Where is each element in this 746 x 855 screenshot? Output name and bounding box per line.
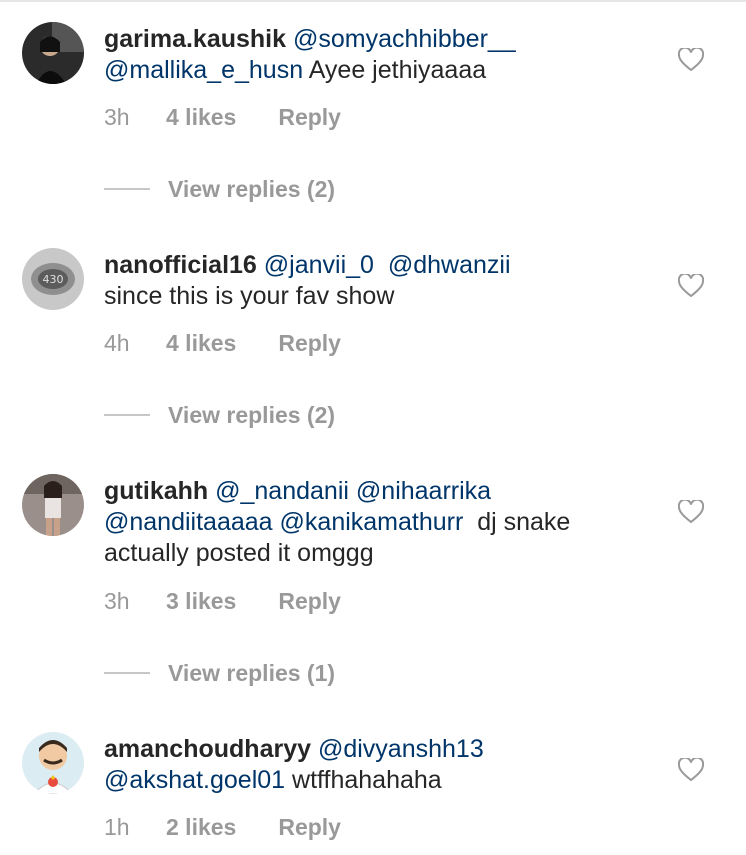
view-replies-label: View replies (2): [168, 401, 336, 428]
view-replies-button[interactable]: View replies (2): [104, 174, 335, 204]
comment-meta: 3h 4 likes Reply: [104, 102, 341, 132]
avatar[interactable]: [22, 732, 84, 794]
mention-link[interactable]: @_nandanii: [215, 477, 349, 505]
comment-text: Ayee jethiyaaaa: [308, 56, 487, 84]
avatar[interactable]: [22, 474, 84, 536]
comment-likes[interactable]: 3 likes: [166, 588, 236, 615]
view-replies-button[interactable]: View replies (2): [104, 400, 335, 430]
heart-outline-icon[interactable]: [678, 48, 704, 72]
comment-body: amanchoudharyy @divyanshh13 @akshat.goel…: [104, 734, 664, 796]
divider-line: [104, 672, 150, 674]
comment-text: since this is your fav show: [104, 282, 395, 310]
top-divider: [0, 0, 746, 2]
logo-avatar-grey: 430: [22, 248, 84, 310]
mention-link[interactable]: @akshat.goel01: [104, 766, 285, 794]
mention-link[interactable]: @nihaarrika: [356, 477, 491, 505]
avatar[interactable]: [22, 22, 84, 84]
mention-link[interactable]: @mallika_e_husn: [104, 56, 303, 84]
comment-likes[interactable]: 4 likes: [166, 330, 236, 357]
comment-text: actually posted it omggg: [104, 539, 374, 567]
comment-text: wtffhahahaha: [292, 766, 442, 794]
comment-body: garima.kaushik @somyachhibber__ @mallika…: [104, 24, 664, 86]
comment-meta: 4h 4 likes Reply: [104, 328, 341, 358]
view-replies-button[interactable]: View replies (1): [104, 658, 335, 688]
person-avatar-dark: [22, 22, 84, 84]
heart-outline-icon[interactable]: [678, 500, 704, 524]
comment-text: dj snake: [477, 508, 571, 536]
mention-link[interactable]: @dhwanzii: [388, 251, 511, 279]
divider-line: [104, 188, 150, 190]
comment-likes[interactable]: 2 likes: [166, 814, 236, 841]
cartoon-avatar: [22, 732, 84, 794]
svg-text:430: 430: [43, 273, 64, 286]
person-avatar-photo: [22, 474, 84, 536]
reply-button[interactable]: Reply: [278, 588, 341, 615]
view-replies-label: View replies (1): [168, 659, 336, 686]
mention-link[interactable]: @divyanshh13: [318, 735, 484, 763]
divider-line: [104, 414, 150, 416]
mention-link[interactable]: @nandiitaaaaa: [104, 508, 273, 536]
comment-body: nanofficial16 @janvii_0 @dhwanzii since …: [104, 250, 664, 312]
reply-button[interactable]: Reply: [278, 104, 341, 131]
reply-button[interactable]: Reply: [278, 814, 341, 841]
mention-link[interactable]: @somyachhibber__: [293, 25, 516, 53]
comment-username[interactable]: gutikahh: [104, 477, 208, 505]
comment-username[interactable]: garima.kaushik: [104, 25, 286, 53]
comment-body: gutikahh @_nandanii @nihaarrika @nandiit…: [104, 476, 664, 569]
comment-timestamp: 4h: [104, 329, 130, 356]
reply-button[interactable]: Reply: [278, 330, 341, 357]
mention-link[interactable]: @kanikamathurr: [280, 508, 464, 536]
heart-outline-icon[interactable]: [678, 274, 704, 298]
comment-timestamp: 3h: [104, 103, 130, 130]
comment-meta: 3h 3 likes Reply: [104, 586, 341, 616]
comment-timestamp: 3h: [104, 587, 130, 614]
comment-meta: 1h 2 likes Reply: [104, 812, 341, 842]
comment-likes[interactable]: 4 likes: [166, 104, 236, 131]
view-replies-label: View replies (2): [168, 175, 336, 202]
avatar[interactable]: 430: [22, 248, 84, 310]
mention-link[interactable]: @janvii_0: [264, 251, 374, 279]
heart-outline-icon[interactable]: [678, 758, 704, 782]
comment-timestamp: 1h: [104, 813, 130, 840]
comment-username[interactable]: nanofficial16: [104, 251, 257, 279]
comment-username[interactable]: amanchoudharyy: [104, 735, 311, 763]
